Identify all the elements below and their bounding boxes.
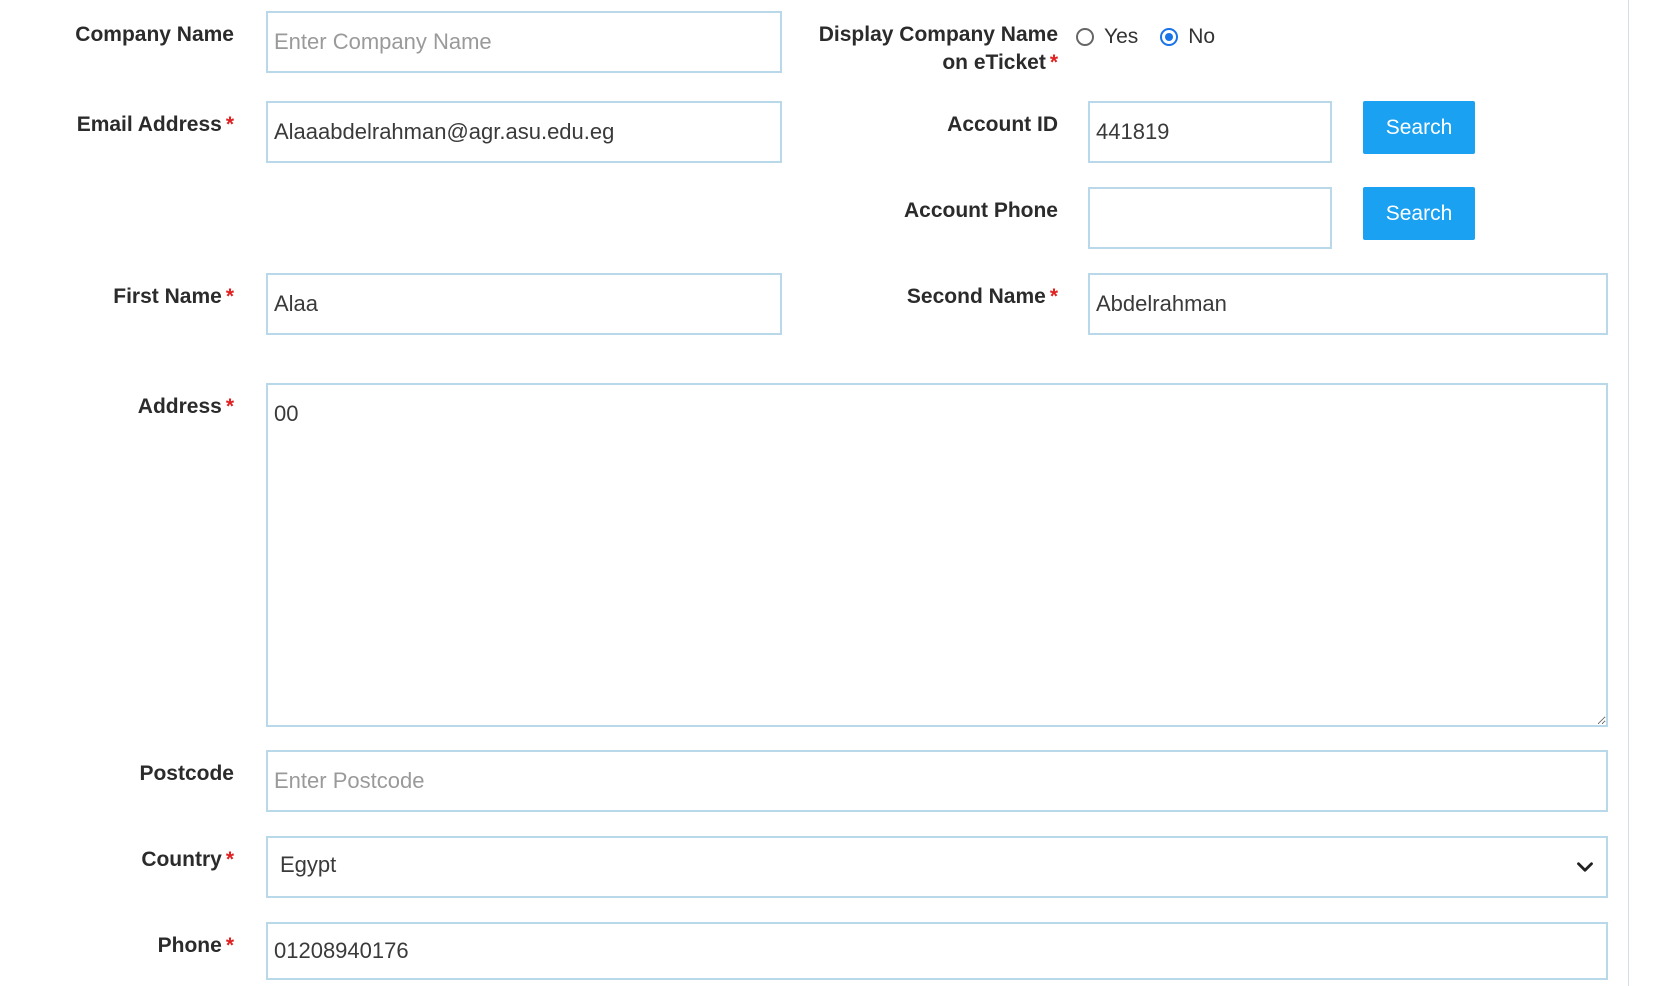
display-company-radio-group: Yes No [1076,22,1237,52]
address-label: Address * [137,395,234,418]
radio-yes[interactable] [1076,28,1094,46]
right-border-divider [1628,0,1629,986]
second-name-label: Second Name * [906,285,1058,308]
first-name-label: First Name * [113,285,234,308]
radio-no-label[interactable]: No [1188,25,1215,49]
chevron-down-icon [1577,862,1593,872]
company-name-input[interactable] [266,11,782,73]
display-company-name-label: Display Company Name on eTicket * [818,23,1058,74]
company-name-label: Company Name [75,23,234,46]
country-select[interactable]: Egypt [266,836,1608,898]
postcode-input[interactable] [266,750,1608,812]
country-label: Country * [141,848,234,871]
phone-input[interactable] [266,922,1608,980]
email-label: Email Address * [76,113,234,136]
address-textarea[interactable]: 00 [266,383,1608,727]
country-select-value: Egypt [280,852,337,877]
account-phone-search-button[interactable]: Search [1363,187,1475,240]
account-id-search-button[interactable]: Search [1363,101,1475,154]
account-id-label: Account ID [947,113,1058,136]
customer-details-form: Company Name Display Company Name on eTi… [0,0,1657,986]
radio-no[interactable] [1160,28,1179,46]
account-phone-input[interactable] [1088,187,1332,249]
phone-label: Phone * [157,934,234,957]
account-id-input[interactable] [1088,101,1332,163]
first-name-input[interactable] [266,273,782,335]
email-input[interactable] [266,101,782,163]
account-phone-label: Account Phone [903,199,1058,222]
second-name-input[interactable] [1088,273,1608,335]
postcode-label: Postcode [139,762,234,785]
radio-yes-label[interactable]: Yes [1104,25,1138,49]
